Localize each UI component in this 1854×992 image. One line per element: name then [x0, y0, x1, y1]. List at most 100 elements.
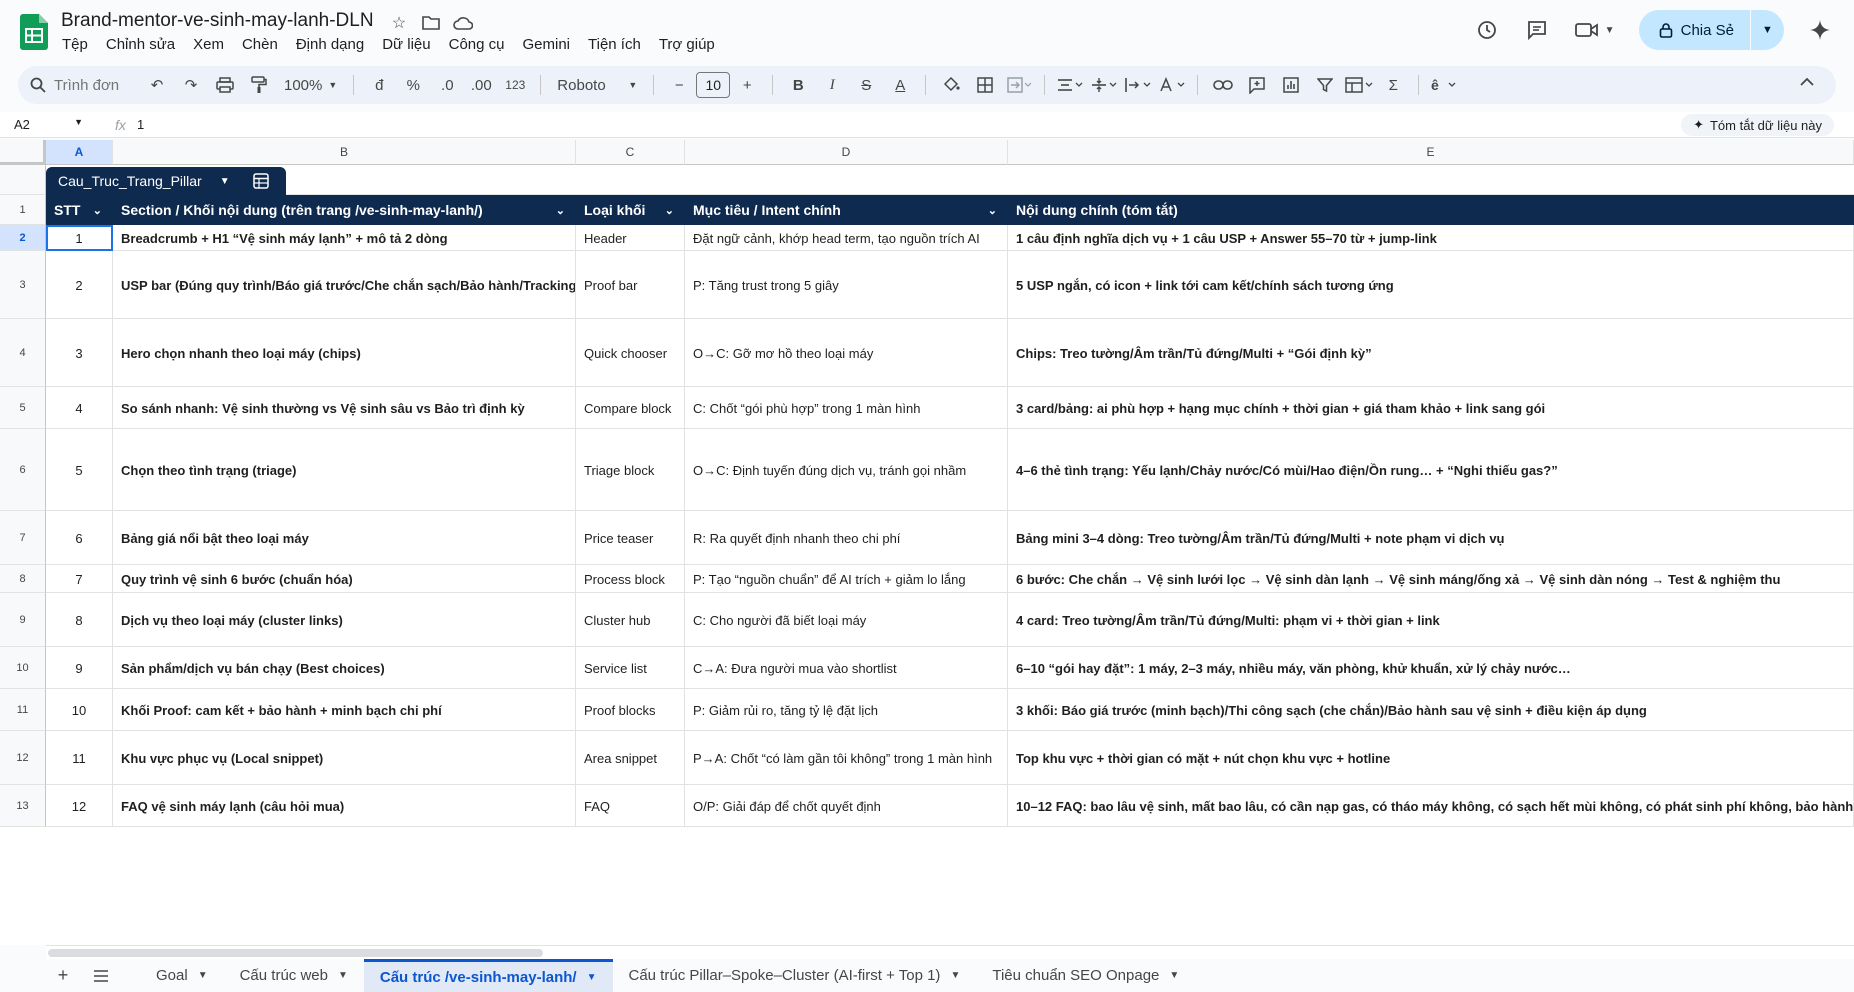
- merge-cells-icon[interactable]: [1004, 71, 1034, 99]
- formula-input[interactable]: 1: [137, 117, 144, 132]
- meet-camera-icon[interactable]: ▼: [1573, 16, 1617, 44]
- cell-stt[interactable]: 1: [46, 225, 113, 251]
- decrease-font-size-button[interactable]: −: [664, 71, 694, 99]
- cell-goal[interactable]: R: Ra quyết định nhanh theo chi phí: [685, 511, 1008, 565]
- cell-section[interactable]: Dịch vụ theo loại máy (cluster links): [113, 593, 576, 647]
- row-header[interactable]: 9: [0, 593, 46, 647]
- cell-content[interactable]: 4–6 thẻ tình trạng: Yếu lạnh/Chảy nước/C…: [1008, 429, 1854, 511]
- cell-section[interactable]: Hero chọn nhanh theo loại máy (chips): [113, 319, 576, 387]
- print-icon[interactable]: [210, 71, 240, 99]
- text-wrapping-icon[interactable]: [1123, 71, 1153, 99]
- column-header-d[interactable]: D: [685, 140, 1008, 165]
- chevron-down-icon[interactable]: ⌄: [665, 204, 674, 217]
- cell-content[interactable]: Top khu vực + thời gian có mặt + nút chọ…: [1008, 731, 1854, 785]
- header-goal[interactable]: Mục tiêu / Intent chính ⌄: [685, 195, 1008, 225]
- cell-type[interactable]: Quick chooser: [576, 319, 685, 387]
- row-header[interactable]: 6: [0, 429, 46, 511]
- sheet-tab-goal[interactable]: Goal ▼: [140, 959, 224, 992]
- row-header[interactable]: 10: [0, 647, 46, 689]
- column-header-b[interactable]: B: [113, 140, 576, 165]
- scrollbar-thumb[interactable]: [48, 949, 543, 957]
- filter-views-icon[interactable]: [1344, 71, 1374, 99]
- gemini-sparkle-icon[interactable]: [1806, 16, 1834, 44]
- bold-icon[interactable]: B: [783, 71, 813, 99]
- cell-goal[interactable]: P: Tăng trust trong 5 giây: [685, 251, 1008, 319]
- cell-content[interactable]: 4 card: Treo tường/Âm trần/Tủ đứng/Multi…: [1008, 593, 1854, 647]
- header-content[interactable]: Nội dung chính (tóm tắt): [1008, 195, 1854, 225]
- cell-type[interactable]: Proof blocks: [576, 689, 685, 731]
- star-icon[interactable]: ☆: [388, 12, 410, 34]
- cell-stt[interactable]: 9: [46, 647, 113, 689]
- sheet-tab-ve-sinh-may-lanh[interactable]: Cấu trúc /ve-sinh-may-lanh/ ▼: [363, 959, 613, 992]
- menu-edit[interactable]: Chỉnh sửa: [105, 36, 176, 53]
- document-title[interactable]: Brand-mentor-ve-sinh-may-lanh-DLN: [61, 10, 374, 32]
- version-history-icon[interactable]: [1473, 16, 1501, 44]
- row-header-1[interactable]: 1: [0, 195, 46, 225]
- menu-gemini[interactable]: Gemini: [521, 36, 571, 53]
- cell-stt[interactable]: 5: [46, 429, 113, 511]
- menu-search-input[interactable]: [54, 76, 124, 94]
- cell-content[interactable]: 1 câu định nghĩa dịch vụ + 1 câu USP + A…: [1008, 225, 1854, 251]
- cell-content[interactable]: 3 card/bảng: ai phù hợp + hạng mục chính…: [1008, 387, 1854, 429]
- zoom-select[interactable]: 100% ▼: [276, 77, 345, 94]
- menu-file[interactable]: Tệp: [61, 36, 89, 53]
- redo-icon[interactable]: ↷: [176, 71, 206, 99]
- cell-type[interactable]: Triage block: [576, 429, 685, 511]
- menu-search[interactable]: [30, 76, 140, 94]
- row-header[interactable]: 7: [0, 511, 46, 565]
- cell-stt[interactable]: 6: [46, 511, 113, 565]
- name-box[interactable]: A2 ▼: [0, 117, 95, 132]
- cell-section[interactable]: Breadcrumb + H1 “Vệ sinh máy lạnh” + mô …: [113, 225, 576, 251]
- chevron-down-icon[interactable]: ▼: [587, 972, 597, 983]
- select-all-corner[interactable]: [0, 140, 46, 165]
- cell-goal[interactable]: O→C: Định tuyến đúng dịch vụ, tránh gọi …: [685, 429, 1008, 511]
- column-header-c[interactable]: C: [576, 140, 685, 165]
- cell-section[interactable]: FAQ vệ sinh máy lạnh (câu hỏi mua): [113, 785, 576, 827]
- cell-stt[interactable]: 4: [46, 387, 113, 429]
- cell-content[interactable]: 5 USP ngắn, có icon + link tới cam kết/c…: [1008, 251, 1854, 319]
- header-stt[interactable]: STT ⌄: [46, 195, 113, 225]
- chevron-down-icon[interactable]: ⌄: [93, 204, 102, 217]
- vertical-align-icon[interactable]: [1089, 71, 1119, 99]
- cell-stt[interactable]: 3: [46, 319, 113, 387]
- share-dropdown-button[interactable]: ▼: [1750, 10, 1784, 50]
- column-header-a[interactable]: A: [46, 140, 113, 165]
- cell-section[interactable]: Sản phẩm/dịch vụ bán chạy (Best choices): [113, 647, 576, 689]
- chevron-down-icon[interactable]: ▼: [198, 970, 208, 981]
- input-tools-icon[interactable]: ê: [1429, 71, 1459, 99]
- menu-help[interactable]: Trợ giúp: [658, 36, 716, 53]
- cell-content[interactable]: 6–10 “gói hay đặt”: 1 máy, 2–3 máy, nhiề…: [1008, 647, 1854, 689]
- menu-tools[interactable]: Công cụ: [448, 36, 506, 53]
- cell-stt[interactable]: 8: [46, 593, 113, 647]
- horizontal-scrollbar[interactable]: [46, 945, 1854, 959]
- cell-section[interactable]: Chọn theo tình trạng (triage): [113, 429, 576, 511]
- cell-goal[interactable]: C: Cho người đã biết loại máy: [685, 593, 1008, 647]
- chevron-down-icon[interactable]: ▼: [950, 970, 960, 981]
- all-sheets-icon[interactable]: [82, 959, 120, 992]
- text-color-icon[interactable]: A: [885, 71, 915, 99]
- table-settings-icon[interactable]: [248, 168, 274, 194]
- cell-section[interactable]: Quy trình vệ sinh 6 bước (chuẩn hóa): [113, 565, 576, 593]
- italic-icon[interactable]: I: [817, 71, 847, 99]
- row-header[interactable]: 3: [0, 251, 46, 319]
- cell-stt[interactable]: 12: [46, 785, 113, 827]
- cell-type[interactable]: Price teaser: [576, 511, 685, 565]
- summarize-data-button[interactable]: ✦ Tóm tắt dữ liệu này: [1681, 114, 1834, 136]
- undo-icon[interactable]: ↶: [142, 71, 172, 99]
- currency-format-button[interactable]: đ: [364, 71, 394, 99]
- cell-goal[interactable]: Đặt ngữ cảnh, khớp head term, tạo nguồn …: [685, 225, 1008, 251]
- sheets-logo-icon[interactable]: [20, 14, 48, 50]
- increase-font-size-button[interactable]: +: [732, 71, 762, 99]
- cell-stt[interactable]: 2: [46, 251, 113, 319]
- cell-goal[interactable]: P: Giảm rủi ro, tăng tỷ lệ đặt lịch: [685, 689, 1008, 731]
- cell-stt[interactable]: 7: [46, 565, 113, 593]
- paint-format-icon[interactable]: [244, 71, 274, 99]
- strikethrough-icon[interactable]: S: [851, 71, 881, 99]
- font-select[interactable]: Roboto ▼: [549, 77, 645, 94]
- cell-content[interactable]: Chips: Treo tường/Âm trần/Tủ đứng/Multi …: [1008, 319, 1854, 387]
- row-header[interactable]: 8: [0, 565, 46, 593]
- cell-stt[interactable]: 10: [46, 689, 113, 731]
- row-header[interactable]: 5: [0, 387, 46, 429]
- cell-section[interactable]: USP bar (Đúng quy trình/Báo giá trước/Ch…: [113, 251, 576, 319]
- menu-extensions[interactable]: Tiện ích: [587, 36, 642, 53]
